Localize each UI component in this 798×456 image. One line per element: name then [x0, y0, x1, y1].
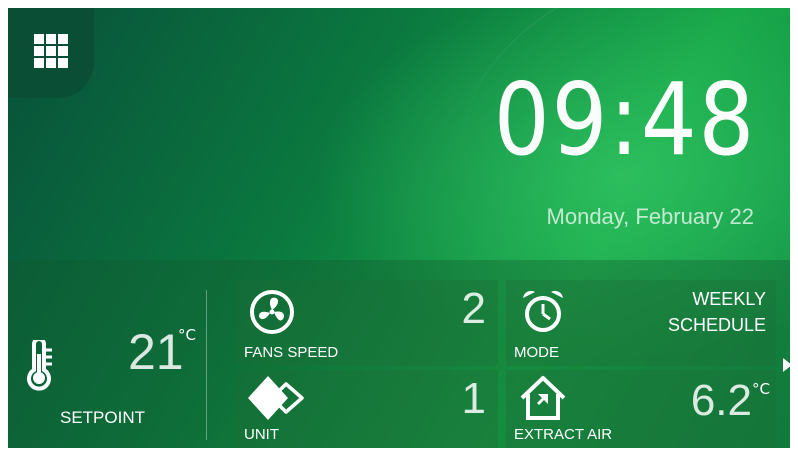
fans-speed-label: FANS SPEED	[244, 344, 339, 361]
unit-value: 1	[461, 374, 486, 423]
grid-menu-icon	[34, 34, 68, 68]
menu-button[interactable]	[8, 8, 94, 98]
house-extract-icon	[520, 376, 566, 420]
clock-time: 09:48	[493, 61, 756, 178]
setpoint-label: SETPOINT	[60, 408, 146, 427]
alarm-clock-icon	[523, 290, 563, 332]
clock-date: Monday, February 22	[546, 204, 754, 229]
setpoint-widget[interactable]: 21 °C SETPOINT	[8, 260, 208, 448]
home-screen: 09:48 Monday, February 22 21 °C SETPOINT	[8, 8, 790, 448]
next-arrow-icon[interactable]	[783, 358, 790, 372]
extract-air-tile[interactable]: EXTRACT AIR 6.2 °C	[506, 370, 776, 448]
mode-label: MODE	[514, 344, 559, 361]
fans-speed-tile[interactable]: FANS SPEED 2	[236, 280, 498, 366]
fans-speed-value: 2	[461, 284, 486, 333]
mode-value-line1: WEEKLY	[692, 289, 766, 309]
thermometer-icon	[27, 340, 52, 391]
setpoint-unit: °C	[178, 326, 196, 344]
control-panel: 21 °C SETPOINT FANS SPEED 2 MODE WEEKLY …	[8, 260, 790, 448]
unit-label: UNIT	[244, 426, 279, 443]
fan-icon	[250, 290, 294, 334]
unit-diamonds-icon	[248, 376, 304, 420]
setpoint-value: 21	[128, 324, 184, 380]
unit-tile[interactable]: UNIT 1	[236, 370, 498, 448]
extract-air-label: EXTRACT AIR	[514, 426, 613, 443]
extract-air-unit: °C	[752, 380, 770, 398]
divider	[206, 290, 207, 440]
mode-tile[interactable]: MODE WEEKLY SCHEDULE	[506, 280, 776, 366]
mode-value-line2: SCHEDULE	[667, 315, 766, 335]
extract-air-value: 6.2	[690, 376, 752, 425]
mode-value: WEEKLY SCHEDULE	[668, 286, 766, 338]
